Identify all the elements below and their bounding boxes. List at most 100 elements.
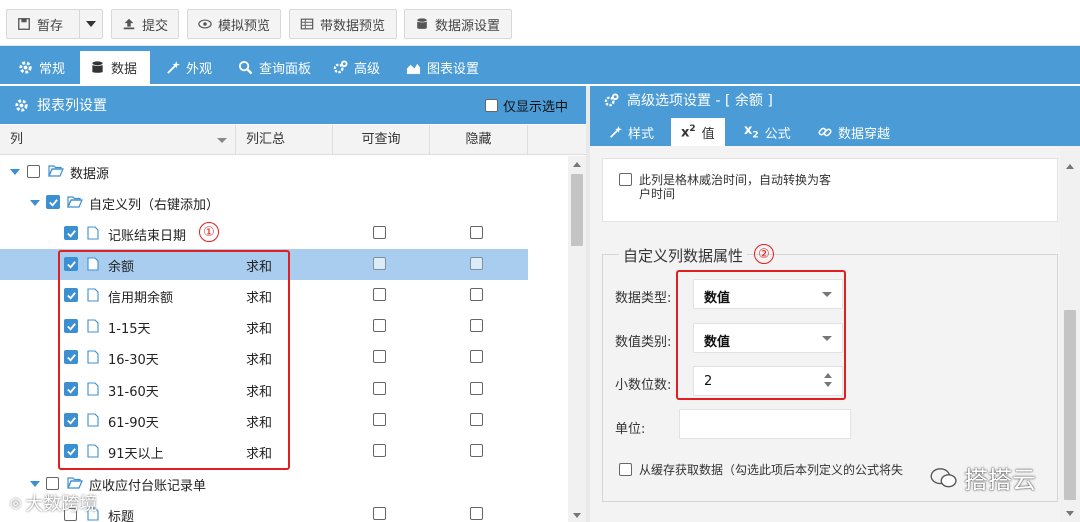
folder-open-icon — [67, 196, 83, 208]
advanced-options-title: 高级选项设置 - [ 余额 ] — [604, 90, 773, 110]
tab-advanced[interactable]: 高级 — [323, 51, 390, 84]
tree-checkbox[interactable] — [27, 165, 40, 178]
advanced-options-header: 高级选项设置 - [ 余额 ] 样式 x2 值 x2 公式 数据穿越 — [590, 86, 1080, 146]
save-icon — [18, 18, 30, 30]
expand-arrow-icon[interactable] — [10, 169, 20, 175]
only-selected-toggle[interactable]: 仅显示选中 — [484, 96, 568, 115]
tree-node-custom-columns[interactable]: 自定义列（右键添加） — [0, 187, 528, 218]
tab-value[interactable]: x2 值 — [671, 118, 725, 146]
magic-wand-icon — [610, 125, 622, 138]
top-toolbar: 暂存 提交 模拟预览 带数据预览 数据源设置 — [0, 0, 1080, 46]
table-icon — [300, 18, 314, 30]
wechat-icon: ◎ — [10, 495, 22, 511]
tab-query-panel[interactable]: 查询面板 — [228, 51, 321, 84]
tree-node-label: 数据源 — [70, 167, 110, 182]
queryable-checkbox[interactable] — [373, 413, 386, 426]
tab-formula[interactable]: x2 公式 — [734, 118, 801, 146]
decimals-label: 小数位数: — [615, 378, 672, 393]
section-title: 自定义列数据属性 — [619, 245, 748, 266]
scroll-down-arrow-icon[interactable] — [1066, 511, 1074, 516]
save-dropdown-button[interactable] — [79, 9, 103, 39]
data-preview-button[interactable]: 带数据预览 — [289, 9, 397, 39]
tab-chart-settings[interactable]: 图表设置 — [396, 51, 489, 84]
annotation-number-1: ① — [199, 222, 219, 242]
caret-down-icon[interactable] — [217, 138, 227, 143]
tree-checkbox-checked[interactable] — [46, 195, 60, 209]
column-settings-header: 报表列设置 仅显示选中 — [0, 86, 586, 124]
queryable-checkbox[interactable] — [373, 257, 386, 270]
submit-button[interactable]: 提交 — [111, 9, 179, 39]
hidden-checkbox[interactable] — [470, 444, 483, 457]
gear-icon — [15, 98, 28, 112]
tree-node-label: 自定义列（右键添加） — [89, 198, 220, 213]
mock-preview-button[interactable]: 模拟预览 — [187, 9, 281, 39]
greenwich-option: 此列是格林威治时间，自动转换为客 户时间 — [602, 158, 1058, 222]
tab-drill-through[interactable]: 数据穿越 — [808, 118, 900, 146]
tree-node-label: 应收应付台账记录单 — [89, 479, 207, 494]
datasource-settings-button[interactable]: 数据源设置 — [404, 9, 512, 39]
cache-checkbox[interactable] — [619, 463, 632, 476]
hidden-checkbox[interactable] — [470, 382, 483, 395]
save-button[interactable]: 暂存 — [6, 9, 80, 39]
upload-icon — [123, 18, 135, 30]
queryable-checkbox[interactable] — [373, 382, 386, 395]
tab-general[interactable]: 常规 — [8, 51, 75, 84]
expand-arrow-icon[interactable] — [30, 481, 40, 487]
search-icon — [238, 60, 253, 75]
tree-checkbox-checked[interactable] — [64, 226, 78, 240]
tab-appearance[interactable]: 外观 — [155, 51, 222, 84]
only-selected-checkbox[interactable] — [484, 99, 498, 112]
annotation-number-2: ② — [754, 244, 774, 264]
hidden-checkbox[interactable] — [470, 226, 483, 239]
queryable-checkbox[interactable] — [373, 288, 386, 301]
tree-node-label: 记账结束日期 — [108, 229, 187, 244]
eye-icon — [198, 19, 212, 29]
hidden-checkbox[interactable] — [470, 288, 483, 301]
tree-node-datasource[interactable]: 数据源 — [0, 156, 528, 187]
watermark-left: ◎ 大数跨境 — [10, 494, 98, 515]
gears-icon — [604, 92, 619, 106]
hidden-checkbox[interactable] — [470, 413, 483, 426]
scroll-up-arrow-icon[interactable] — [1066, 164, 1074, 169]
column-header-summary[interactable]: 列汇总 — [236, 125, 333, 155]
magic-wand-icon — [167, 60, 180, 74]
caret-down-icon — [86, 21, 96, 27]
hidden-checkbox[interactable] — [470, 319, 483, 332]
column-header-hidden[interactable]: 隐藏 — [430, 125, 528, 155]
hidden-checkbox[interactable] — [470, 257, 483, 270]
scrollbar-thumb[interactable] — [571, 174, 583, 246]
greenwich-note: 此列是格林威治时间，自动转换为客 户时间 — [639, 173, 832, 201]
column-header-name[interactable]: 列 — [0, 125, 236, 155]
tree-scrollbar[interactable] — [568, 156, 586, 522]
gears-icon — [333, 60, 348, 74]
queryable-checkbox[interactable] — [373, 444, 386, 457]
options-scrollbar[interactable] — [1060, 146, 1080, 522]
hidden-checkbox[interactable] — [470, 507, 483, 520]
expand-arrow-icon[interactable] — [30, 200, 40, 206]
queryable-checkbox[interactable] — [373, 350, 386, 363]
database-icon — [92, 61, 103, 73]
greenwich-checkbox[interactable] — [619, 173, 632, 186]
unit-label: 单位: — [615, 422, 646, 437]
tab-style[interactable]: 样式 — [598, 118, 664, 146]
column-header-queryable[interactable]: 可查询 — [333, 125, 430, 155]
scroll-down-arrow-icon[interactable] — [573, 513, 581, 518]
scrollbar-thumb[interactable] — [1064, 310, 1076, 500]
superscript-icon: x2 — [681, 123, 696, 141]
file-icon — [87, 226, 99, 240]
queryable-checkbox[interactable] — [373, 319, 386, 332]
gear-icon — [19, 61, 32, 74]
unit-input[interactable] — [679, 409, 851, 439]
queryable-checkbox[interactable] — [373, 226, 386, 239]
tree-row[interactable]: 记账结束日期 — [0, 218, 528, 249]
hidden-checkbox[interactable] — [470, 350, 483, 363]
scroll-up-arrow-icon[interactable] — [573, 162, 581, 167]
tab-data[interactable]: 数据 — [80, 51, 150, 84]
database-icon — [417, 18, 427, 29]
queryable-checkbox[interactable] — [373, 507, 386, 520]
panel-title: 报表列设置 — [37, 98, 107, 114]
number-type-label: 数值类别: — [615, 335, 672, 350]
tree-node-label: 标题 — [108, 510, 135, 522]
tree-checkbox[interactable] — [46, 477, 59, 490]
cache-note: 从缓存获取数据（勾选此项后本列定义的公式将失 — [639, 463, 904, 477]
